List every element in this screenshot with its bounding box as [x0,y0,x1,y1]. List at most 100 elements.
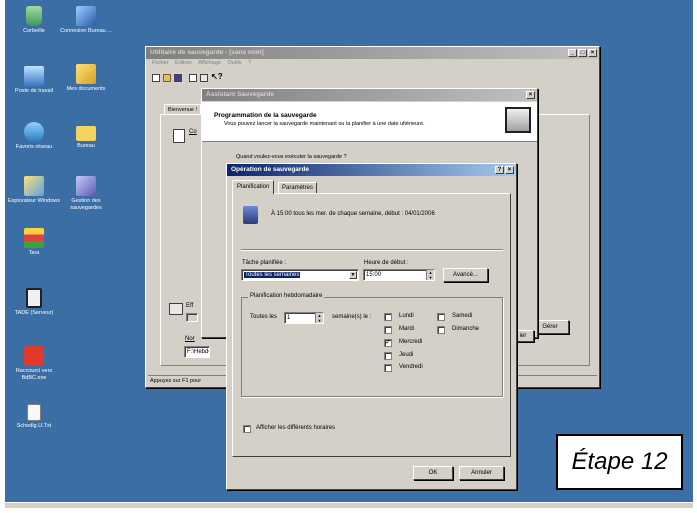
interval-stepper-arrows-icon[interactable]: ▲ ▼ [315,313,323,323]
desktop-icon-schedlg[interactable]: Schedlg.U.Txt [5,404,63,430]
tab-planification[interactable]: Planification [232,180,275,194]
planification-panel: À 15:00 tous les mer. de chaque semaine,… [232,193,511,457]
save-icon[interactable] [174,74,182,82]
step-label-box: Étape 12 [556,434,683,490]
day-label-samedi: Samedi [450,313,475,319]
wizard-header: Programmation de la sauvegarde Vous pouv… [202,102,537,142]
wizard-link-label[interactable]: Co [189,129,197,135]
menu-affichage[interactable]: Affichage [198,60,221,66]
restore-wizard-icon[interactable] [169,303,183,315]
taskbar [5,502,693,508]
open-icon[interactable] [163,74,171,82]
destination-label: Eff [186,303,194,309]
checkbox-show-multiple[interactable] [243,425,251,433]
backup-management-icon [76,176,96,196]
menu-bar: Fichier Édition Affichage Outils ? [152,60,251,70]
dialog-help-button[interactable]: ? [495,166,504,174]
backup-drive-icon [505,107,531,133]
new-icon[interactable] [152,74,160,82]
wizard-close-button[interactable]: × [526,91,535,99]
day-label-dimanche: Dimanche [450,326,482,332]
wizard-subheading: Vous pouvez lancer la sauvegarde mainten… [224,121,425,127]
desktop-icon-network-places[interactable]: Favoris réseau [5,122,63,151]
day-label-mardi: Mardi [397,326,417,332]
desktop-icon-remote-desktop[interactable]: Connexion Bureau ... [57,6,115,35]
remote-desktop-icon [76,6,96,26]
minimize-button[interactable]: _ [568,49,577,57]
application-icon [24,228,44,248]
separator [241,249,503,251]
shortcut-icon [24,346,44,366]
operation-titlebar: Opération de sauvegarde ? × [227,164,516,176]
desktop-icon-my-documents[interactable]: Mes documents [57,64,115,93]
chevron-down-icon[interactable]: ▼ [349,271,357,279]
weekly-group-label: Planification hebdomadaire [248,293,325,299]
step-label: Étape 12 [571,448,668,475]
dialog-close-button[interactable]: × [505,166,514,174]
desktop-icon-explorer[interactable]: Explorateur Windows [5,176,63,205]
wizard-heading: Programmation de la sauvegarde [214,112,317,119]
day-label-mercredi: Mercredi [397,339,425,345]
task-select[interactable]: Toutes les semaines ▼ [241,269,359,281]
weeks-interval-stepper[interactable]: 1 ▲ ▼ [284,312,324,324]
task-label: Tâche planifiée : [242,260,287,266]
operation-dialog: Opération de sauvegarde ? × Planificatio… [226,163,517,490]
menu-outils[interactable]: Outils [227,60,241,66]
backup-utility-titlebar: Utilitaire de sauvegarde - [sans nom] _ … [146,47,599,59]
toolbar: ↖? [152,72,232,84]
paste-icon[interactable] [200,74,208,82]
menu-edition[interactable]: Édition [175,60,192,66]
menu-fichier[interactable]: Fichier [152,60,169,66]
desktop: Corbeille Connexion Bureau ... Poste de … [5,0,693,508]
desktop-icon-bureau[interactable]: Bureau [57,122,115,150]
folder-icon [76,126,96,141]
my-documents-icon [76,64,96,84]
desktop-icon-tara[interactable]: Tara [5,228,63,257]
checkbox-mardi[interactable] [384,326,392,334]
advanced-button[interactable]: Avancé... [443,268,488,282]
checkbox-dimanche[interactable] [437,326,445,334]
desktop-icon-tade[interactable]: TADE (Serveur) [5,288,63,317]
checkbox-vendredi[interactable] [384,364,392,372]
weekly-schedule-group: Planification hebdomadaire Toutes les 1 … [241,293,503,397]
backup-media-field[interactable] [186,313,198,322]
network-places-icon [24,122,44,142]
server-app-icon [26,288,42,308]
close-button[interactable]: × [588,49,597,57]
my-computer-icon [24,66,44,86]
checkbox-lundi[interactable] [384,313,392,321]
desktop-icon-my-computer[interactable]: Poste de travail [5,66,63,95]
wizard-question: Quand voulez-vous exécuter la sauvegarde… [236,154,347,160]
desktop-icon-bdbc-shortcut[interactable]: Raccourci vers BdBC.exe [5,346,63,381]
wizard-title: Assistant Sauvegarde [206,91,274,98]
cancel-button[interactable]: Annuler [459,466,504,480]
start-time-stepper[interactable]: 15:00 ▲ ▼ [363,269,435,281]
backup-wizard-icon[interactable] [173,129,185,143]
start-time-label: Heure de début : [364,260,409,266]
checkbox-samedi[interactable] [437,313,445,321]
checkbox-mercredi[interactable]: ✓ [384,339,392,347]
text-file-icon [27,404,41,421]
every-label: Toutes les [248,314,280,320]
ok-button[interactable]: OK [413,466,453,480]
checkbox-jeudi[interactable] [384,352,392,360]
weeks-label: semaine(s) le : [330,314,374,320]
show-multiple-label: Afficher les différents horaires [256,425,336,431]
explorer-icon [24,176,44,196]
backup-path-field[interactable]: F:\Hebdo [184,346,210,358]
maximize-button[interactable]: □ [578,49,587,57]
wizard-titlebar: Assistant Sauvegarde × [202,89,537,101]
backup-name-label: Nor [185,336,195,342]
copy-icon[interactable] [189,74,197,82]
help-pointer-icon[interactable]: ↖? [211,72,223,81]
day-label-vendredi: Vendredi [397,364,425,370]
desktop-icon-backup-management[interactable]: Gestion des sauvegardes [57,176,115,211]
day-label-lundi: Lundi [397,313,416,319]
schedule-icon [243,206,258,224]
day-label-jeudi: Jeudi [397,352,416,358]
stepper-arrows-icon[interactable]: ▲ ▼ [426,270,434,280]
operation-title: Opération de sauvegarde [231,166,310,173]
menu-help[interactable]: ? [248,60,251,66]
backup-utility-title: Utilitaire de sauvegarde - [sans nom] [150,49,264,56]
desktop-icon-recycle-bin[interactable]: Corbeille [5,6,63,35]
